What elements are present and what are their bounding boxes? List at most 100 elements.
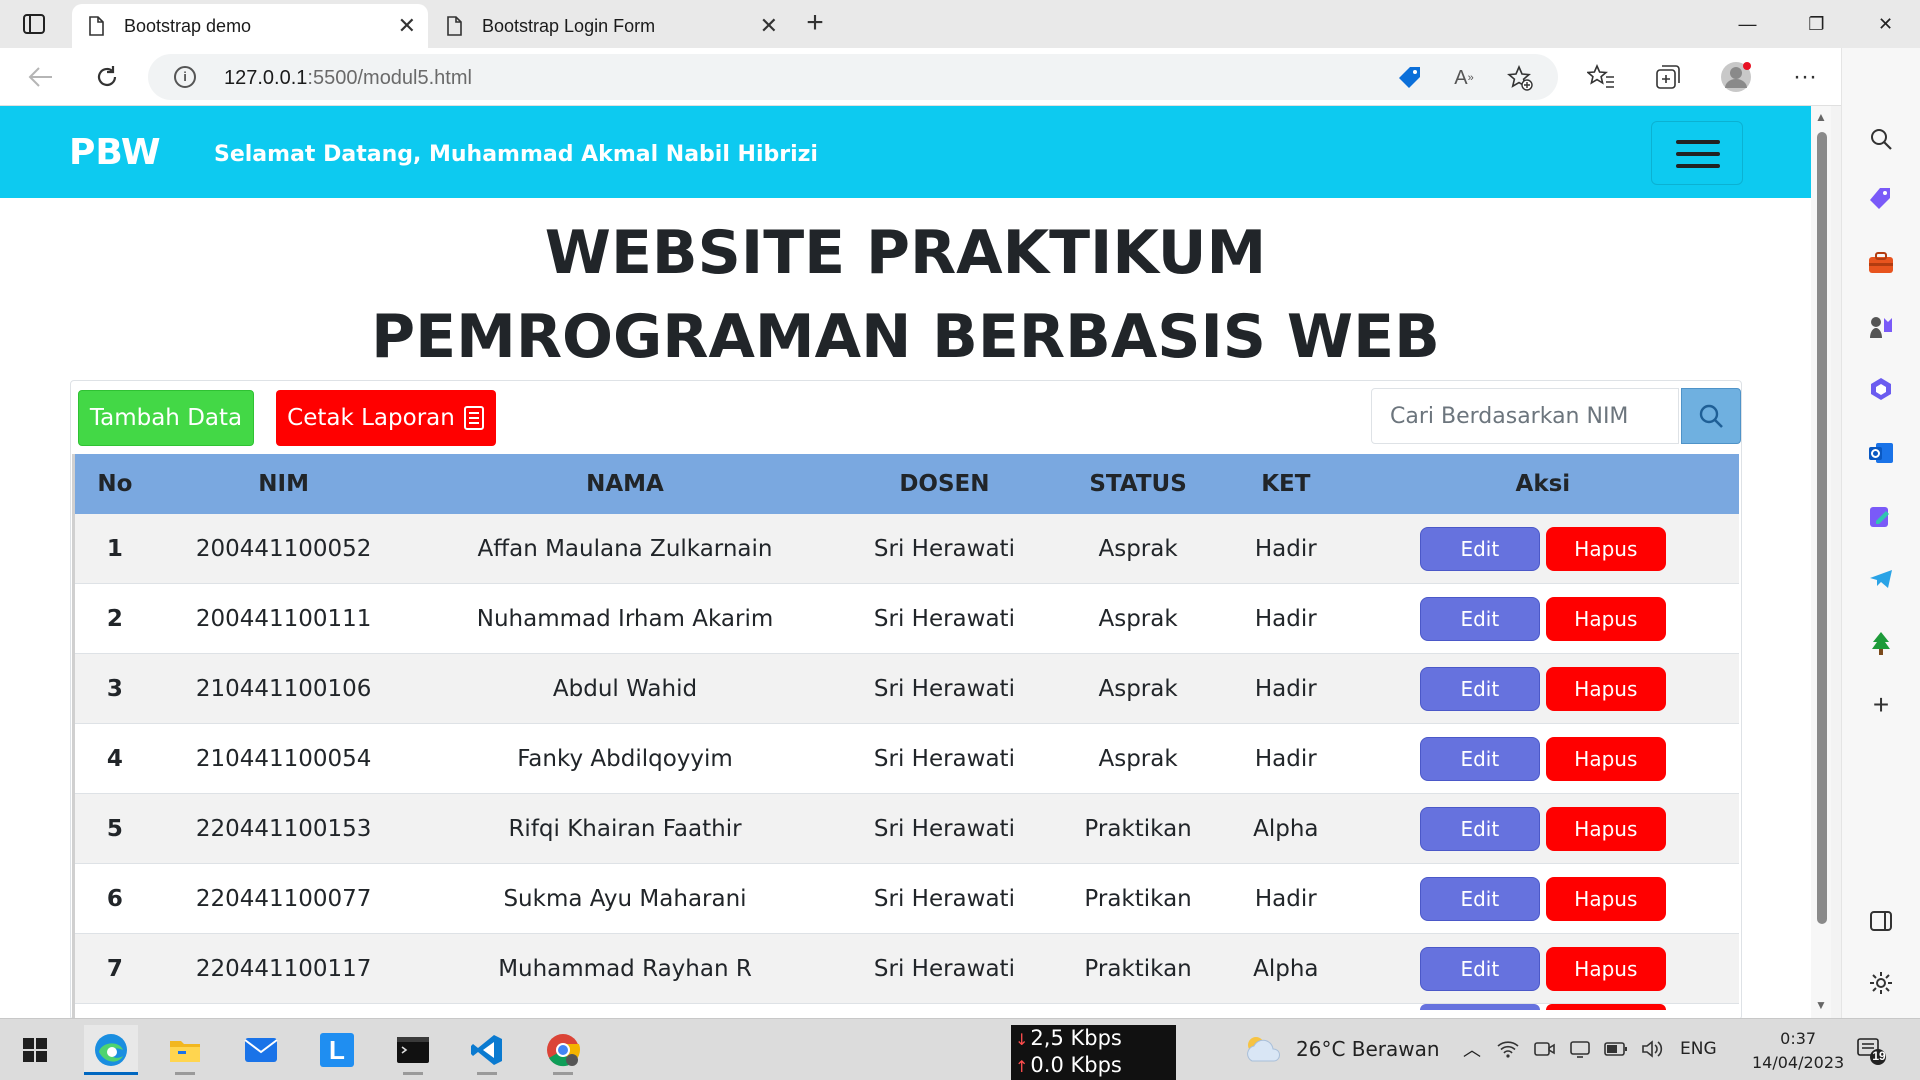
add-data-button[interactable]: Tambah Data: [78, 390, 254, 446]
add-sidebar-app-icon[interactable]: +: [1866, 689, 1896, 720]
print-report-button[interactable]: Cetak Laporan: [276, 390, 496, 446]
clock-date: 14/04/2023: [1752, 1053, 1845, 1072]
tab-actions-icon[interactable]: [14, 9, 54, 39]
read-aloud-icon[interactable]: A»: [1450, 64, 1478, 92]
cell-actions: Edit Hapus: [1347, 946, 1739, 991]
header-nama: NAMA: [586, 471, 664, 497]
chrome-icon[interactable]: [536, 1025, 590, 1075]
minimize-icon[interactable]: —: [1713, 0, 1782, 48]
clock[interactable]: 0:37 14/04/2023: [1752, 1027, 1844, 1075]
battery-icon[interactable]: [1604, 1037, 1628, 1061]
vscode-icon[interactable]: [460, 1025, 514, 1075]
edit-button[interactable]: Edit: [1419, 736, 1540, 781]
cell-nim: 200441100111: [195, 605, 372, 632]
coupon-tag-icon[interactable]: [1396, 64, 1424, 92]
windows-start-icon[interactable]: [8, 1025, 62, 1075]
display-icon[interactable]: [1568, 1037, 1592, 1061]
cell-status: Praktikan: [1084, 885, 1192, 912]
cell-ket: Hadir: [1254, 745, 1317, 772]
delete-button[interactable]: Hapus: [1545, 526, 1666, 571]
cell-ket: Alpha: [1253, 815, 1319, 842]
weather-text: 26°C Berawan: [1296, 1037, 1440, 1061]
navbar-brand[interactable]: PBW: [69, 132, 161, 173]
navbar-toggler-button[interactable]: [1651, 121, 1743, 185]
net-up: 0.0 Kbps: [1030, 1053, 1122, 1077]
active-indicator: [175, 1072, 195, 1075]
refresh-icon[interactable]: [88, 58, 126, 96]
terminal-icon[interactable]: [386, 1025, 440, 1075]
edit-button[interactable]: Edit: [1419, 596, 1540, 641]
chevron-up-icon[interactable]: ︿: [1460, 1037, 1484, 1061]
edit-button[interactable]: Edit: [1419, 876, 1540, 921]
scrollbar-thumb[interactable]: [1817, 132, 1827, 924]
close-window-icon[interactable]: ✕: [1851, 0, 1920, 48]
l-app-icon[interactable]: L: [310, 1025, 364, 1075]
edge-browser-icon[interactable]: [84, 1025, 138, 1075]
file-explorer-icon[interactable]: [158, 1025, 212, 1075]
delete-button[interactable]: Hapus: [1545, 876, 1666, 921]
settings-gear-icon[interactable]: [1866, 968, 1896, 998]
edit-button-partial[interactable]: [1419, 1004, 1540, 1010]
tab-title: Bootstrap Login Form: [482, 15, 656, 36]
page-title-line2: PEMROGRAMAN BERBASIS WEB: [371, 302, 1440, 372]
address-bar[interactable]: i 127.0.0.1:5500/modul5.html A»: [148, 54, 1558, 100]
designer-icon[interactable]: [1866, 502, 1896, 532]
cell-dosen: Sri Herawati: [873, 815, 1015, 842]
tab-bootstrap-demo[interactable]: Bootstrap demo ✕: [72, 4, 428, 48]
sidebar-toggle-icon[interactable]: [1866, 906, 1896, 936]
edit-button[interactable]: Edit: [1419, 526, 1540, 571]
games-icon[interactable]: [1866, 312, 1896, 342]
delete-button[interactable]: Hapus: [1545, 666, 1666, 711]
cell-nim: 220441100153: [195, 815, 372, 842]
mail-icon[interactable]: [234, 1025, 288, 1075]
cell-nama: Rifqi Khairan Faathir: [508, 815, 742, 842]
site-info-icon[interactable]: i: [174, 66, 196, 88]
cell-ket: Alpha: [1253, 955, 1319, 982]
cell-actions: [1347, 1004, 1739, 1010]
microsoft-365-icon[interactable]: [1866, 374, 1896, 404]
edit-button[interactable]: Edit: [1419, 946, 1540, 991]
back-icon[interactable]: [22, 58, 60, 96]
collections-icon[interactable]: [1651, 60, 1685, 94]
search-button[interactable]: [1681, 388, 1741, 444]
new-tab-icon[interactable]: +: [800, 8, 830, 38]
wifi-icon[interactable]: [1496, 1037, 1520, 1061]
tools-briefcase-icon[interactable]: [1866, 248, 1896, 278]
outlook-icon[interactable]: [1866, 438, 1896, 468]
scroll-up-icon[interactable]: ▲: [1815, 110, 1827, 124]
edit-button[interactable]: Edit: [1419, 666, 1540, 711]
notification-icon[interactable]: 19: [1856, 1035, 1886, 1065]
cell-actions: Edit Hapus: [1347, 876, 1739, 921]
shopping-tag-icon[interactable]: [1866, 184, 1896, 214]
cell-ket: Hadir: [1254, 535, 1317, 562]
delete-button[interactable]: Hapus: [1545, 736, 1666, 781]
page-scrollbar[interactable]: ▲ ▼: [1811, 106, 1831, 1018]
delete-button-partial[interactable]: [1545, 1004, 1666, 1010]
url-text[interactable]: 127.0.0.1:5500/modul5.html: [224, 67, 472, 90]
search-nim-input[interactable]: Cari Berdasarkan NIM: [1371, 388, 1679, 444]
delete-button[interactable]: Hapus: [1545, 806, 1666, 851]
close-tab-icon[interactable]: ✕: [760, 13, 778, 39]
weather-widget[interactable]: 26°C Berawan: [1240, 1033, 1440, 1065]
language-indicator[interactable]: ENG: [1680, 1039, 1717, 1059]
close-tab-icon[interactable]: ✕: [398, 13, 416, 39]
delete-button[interactable]: Hapus: [1545, 596, 1666, 641]
search-placeholder: Cari Berdasarkan NIM: [1390, 403, 1629, 429]
volume-icon[interactable]: [1640, 1037, 1664, 1061]
maximize-icon[interactable]: ❐: [1782, 0, 1851, 48]
camera-icon[interactable]: [1532, 1037, 1556, 1061]
add-favorite-icon[interactable]: [1506, 64, 1534, 92]
delete-button[interactable]: Hapus: [1545, 946, 1666, 991]
header-no: No: [97, 471, 133, 497]
favorites-icon[interactable]: [1584, 60, 1618, 94]
tree-icon[interactable]: [1866, 628, 1896, 658]
search-icon[interactable]: [1866, 124, 1896, 154]
scroll-down-icon[interactable]: ▼: [1815, 998, 1827, 1012]
more-menu-icon[interactable]: ···: [1788, 60, 1822, 94]
edit-button[interactable]: Edit: [1419, 806, 1540, 851]
tab-bootstrap-login-form[interactable]: Bootstrap Login Form ✕: [430, 4, 790, 48]
cell-status: Praktikan: [1084, 815, 1192, 842]
add-data-label: Tambah Data: [89, 405, 243, 431]
send-telegram-icon[interactable]: [1866, 564, 1896, 594]
profile-avatar-icon[interactable]: [1719, 60, 1753, 94]
